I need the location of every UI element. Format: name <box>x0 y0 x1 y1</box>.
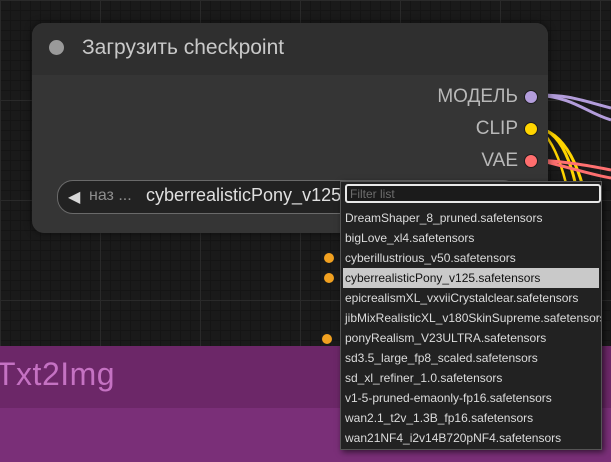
collapse-toggle-icon[interactable] <box>49 40 64 55</box>
output-slot-vae[interactable] <box>524 154 538 168</box>
checkpoint-node-title: Загрузить checkpoint <box>82 36 285 59</box>
dropdown-item[interactable]: DreamShaper_8_pruned.safetensors <box>341 208 601 228</box>
filter-list-input[interactable] <box>345 184 601 203</box>
output-slot-clip[interactable] <box>524 122 538 136</box>
checkpoint-dropdown-menu[interactable]: DreamShaper_8_pruned.safetensors bigLove… <box>340 181 602 450</box>
dropdown-item-selected[interactable]: cyberrealisticPony_v125.safetensors <box>343 268 599 288</box>
dropdown-item[interactable]: bigLove_xl4.safetensors <box>341 228 601 248</box>
dropdown-item[interactable]: cyberillustrious_v50.safetensors <box>341 248 601 268</box>
output-label-model: МОДЕЛЬ <box>437 86 518 107</box>
output-label-vae: VAE <box>481 150 518 171</box>
input-slot-dot[interactable] <box>324 253 334 263</box>
dropdown-item[interactable]: wan21NF4_i2v14B720pNF4.safetensors <box>341 428 601 448</box>
dropdown-item[interactable]: sd3.5_large_fp8_scaled.safetensors <box>341 348 601 368</box>
dropdown-item[interactable]: v1-5-pruned-emaonly-fp16.safetensors <box>341 388 601 408</box>
txt2img-title: Txt2Img <box>0 356 116 392</box>
checkpoint-node-header[interactable]: Загрузить checkpoint <box>32 23 548 75</box>
dropdown-item[interactable]: sd_xl_refiner_1.0.safetensors <box>341 368 601 388</box>
dropdown-item[interactable]: jibMixRealisticXL_v180SkinSupreme.safete… <box>341 308 601 328</box>
dropdown-item[interactable]: wan2.1_t2v_1.3B_fp16.safetensors <box>341 408 601 428</box>
combo-widget-name: наз ... <box>89 187 132 204</box>
dropdown-item[interactable]: ponyRealism_V23ULTRA.safetensors <box>341 328 601 348</box>
input-slot-dot[interactable] <box>324 273 334 283</box>
output-slot-model[interactable] <box>524 90 538 104</box>
dropdown-item[interactable]: epicrealismXL_vxviiCrystalclear.safetens… <box>341 288 601 308</box>
output-label-clip: CLIP <box>475 118 518 139</box>
dropdown-list: DreamShaper_8_pruned.safetensors bigLove… <box>341 208 601 448</box>
input-slot-dot[interactable] <box>322 334 332 344</box>
combo-prev-arrow-icon[interactable]: ◀ <box>68 187 80 207</box>
